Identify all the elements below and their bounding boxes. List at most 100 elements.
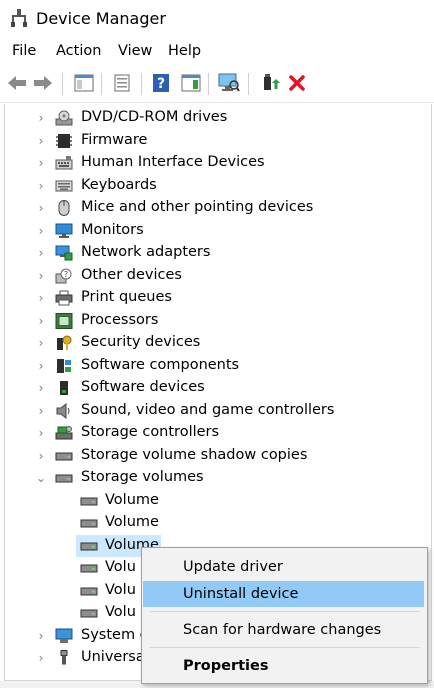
- tree-item-mice-and-other-pointing-devices[interactable]: › Mice and other pointing devices: [5, 197, 425, 219]
- chevron-right-icon[interactable]: ›: [35, 313, 47, 329]
- tree-item-label: Volu: [105, 559, 136, 575]
- properties-toolbar-button[interactable]: [111, 72, 133, 94]
- security-key-icon: [57, 335, 72, 350]
- chevron-right-icon[interactable]: ›: [35, 155, 47, 171]
- tree-item-label: Firmware: [81, 132, 148, 148]
- volume-icon: [80, 542, 98, 551]
- chevron-right-icon[interactable]: ›: [35, 290, 47, 306]
- chevron-right-icon[interactable]: ›: [35, 268, 47, 284]
- properties-sheet-icon: [114, 74, 130, 92]
- tree-item-keyboards[interactable]: › Keyboards: [5, 175, 425, 197]
- tree-item-print-queues[interactable]: › Print queues: [5, 287, 425, 309]
- scan-hardware-button[interactable]: [218, 72, 240, 94]
- tree-item-label: Software components: [81, 357, 240, 373]
- menu-separator: [150, 647, 420, 648]
- keyboard-icon: [55, 180, 73, 192]
- tree-item-software-components[interactable]: › Software components: [5, 355, 425, 377]
- tree-item-label: Print queues: [81, 289, 172, 305]
- back-button[interactable]: [6, 72, 28, 94]
- tree-item-label: Storage volumes: [81, 469, 204, 485]
- chevron-right-icon[interactable]: ›: [35, 110, 47, 126]
- tree-item-human-interface-devices[interactable]: › Human Interface Devices: [5, 152, 425, 174]
- tree-item-volume[interactable]: Volume: [5, 490, 425, 512]
- show-hide-console-tree-button[interactable]: [73, 72, 95, 94]
- tree-item-processors[interactable]: › Processors: [5, 310, 425, 332]
- tree-item-security-devices[interactable]: › Security devices: [5, 332, 425, 354]
- volume-icon: [80, 519, 98, 528]
- tree-item-storage-volumes[interactable]: ⌄ Storage volumes: [5, 467, 425, 489]
- back-arrow-icon: [8, 76, 26, 90]
- uninstall-device-button[interactable]: [286, 72, 308, 94]
- window-title: Device Manager: [36, 9, 166, 28]
- chevron-right-icon[interactable]: ›: [35, 245, 47, 261]
- toolbar-separator: [62, 73, 63, 95]
- menu-item-scan-for-hardware-changes[interactable]: Scan for hardware changes: [143, 617, 424, 643]
- menu-bar: File Action View Help: [0, 40, 434, 66]
- processor-icon: [55, 313, 73, 329]
- chevron-right-icon[interactable]: ›: [35, 403, 47, 419]
- speaker-icon: [56, 403, 70, 419]
- tree-item-other-devices[interactable]: › ? Other devices: [5, 265, 425, 287]
- printer-icon: [55, 290, 73, 306]
- network-adapter-icon: [55, 245, 73, 261]
- menu-file[interactable]: File: [12, 43, 36, 59]
- tree-item-monitors[interactable]: › Monitors: [5, 220, 425, 242]
- chevron-right-icon[interactable]: ›: [35, 628, 47, 644]
- chevron-right-icon[interactable]: ›: [35, 335, 47, 351]
- update-driver-icon: [264, 74, 280, 90]
- chevron-right-icon[interactable]: ›: [35, 358, 47, 374]
- chevron-right-icon[interactable]: ›: [35, 380, 47, 396]
- menu-item-label: Properties: [183, 658, 269, 674]
- menu-item-update-driver[interactable]: Update driver: [143, 554, 424, 580]
- chevron-down-icon[interactable]: ⌄: [35, 470, 47, 486]
- help-toolbar-button[interactable]: ?: [150, 72, 172, 94]
- menu-item-label: Uninstall device: [183, 586, 299, 602]
- chevron-right-icon[interactable]: ›: [35, 650, 47, 666]
- help-book-icon: ?: [153, 74, 169, 92]
- dvd-drive-icon: [55, 110, 73, 126]
- usb-icon: [60, 650, 68, 665]
- action-pane-icon: [181, 74, 201, 92]
- tree-item-firmware[interactable]: › Firmware: [5, 130, 425, 152]
- tree-item-label: System d: [81, 627, 149, 643]
- volume-icon: [80, 497, 98, 506]
- tree-item-label: Human Interface Devices: [81, 154, 265, 170]
- chevron-right-icon[interactable]: ›: [35, 133, 47, 149]
- tree-item-label: Universal: [81, 649, 149, 665]
- chevron-right-icon[interactable]: ›: [35, 425, 47, 441]
- menu-item-uninstall-device[interactable]: Uninstall device: [143, 581, 424, 607]
- volume-icon: [80, 564, 98, 573]
- toolbar-separator: [248, 73, 249, 95]
- volume-icon: [80, 609, 98, 618]
- red-x-icon: [289, 75, 305, 91]
- action-pane-button[interactable]: [180, 72, 202, 94]
- forward-button[interactable]: [32, 72, 54, 94]
- tree-item-network-adapters[interactable]: › Network adapters: [5, 242, 425, 264]
- tree-item-storage-controllers[interactable]: › Storage controllers: [5, 422, 425, 444]
- update-driver-button[interactable]: [259, 72, 281, 94]
- software-component-icon: [57, 359, 71, 373]
- tree-item-label: Volu: [105, 604, 136, 620]
- tree-item-software-devices[interactable]: › Software devices: [5, 377, 425, 399]
- hid-keyboard-icon: [55, 156, 73, 170]
- menu-action[interactable]: Action: [56, 43, 101, 59]
- tree-item-label: Sound, video and game controllers: [81, 402, 335, 418]
- chevron-right-icon[interactable]: ›: [35, 223, 47, 239]
- tree-item-label: Monitors: [81, 222, 144, 238]
- tree-item-dvd-cd-rom-drives[interactable]: › DVD/CD-ROM drives: [5, 107, 425, 129]
- tree-item-storage-volume-shadow-copies[interactable]: › Storage volume shadow copies: [5, 445, 425, 467]
- device-manager-icon: [11, 9, 27, 27]
- toolbar-separator: [101, 73, 102, 95]
- chevron-right-icon[interactable]: ›: [35, 178, 47, 194]
- tree-item-label: Storage controllers: [81, 424, 220, 440]
- menu-help[interactable]: Help: [168, 43, 201, 59]
- chevron-right-icon[interactable]: ›: [35, 448, 47, 464]
- menu-item-properties[interactable]: Properties: [143, 653, 424, 679]
- chevron-right-icon[interactable]: ›: [35, 200, 47, 216]
- volume-icon: [80, 587, 98, 596]
- tree-item-sound-video-and-game-controllers[interactable]: › Sound, video and game controllers: [5, 400, 425, 422]
- tree-item-volume[interactable]: Volume: [5, 512, 425, 534]
- menu-view[interactable]: View: [118, 43, 152, 59]
- toolbar: ?: [0, 66, 434, 103]
- tree-item-label: Storage volume shadow copies: [81, 447, 308, 463]
